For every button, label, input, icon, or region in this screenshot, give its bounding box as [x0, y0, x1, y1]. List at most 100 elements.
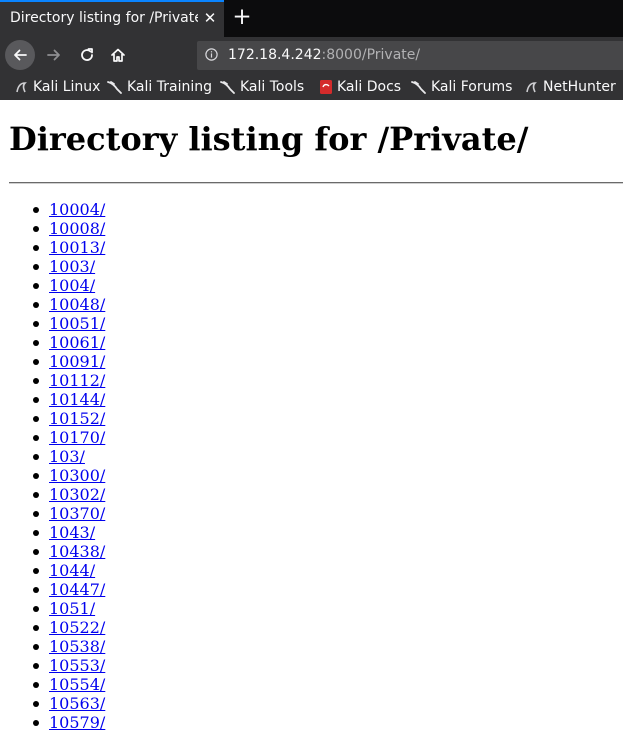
bookmark-label: Kali Forums: [431, 79, 513, 95]
bullet: [33, 587, 39, 593]
directory-link[interactable]: 1003/: [49, 257, 95, 276]
bookmark-label: Kali Docs: [337, 79, 402, 95]
list-item: 10553/: [0, 656, 105, 675]
directory-link[interactable]: 10008/: [49, 219, 105, 238]
bullet: [33, 606, 39, 612]
bullet: [33, 302, 39, 308]
bookmarks-toolbar: Kali Linux Kali Training Kali Tools Kali…: [0, 74, 623, 100]
kali-dragon-icon: [411, 81, 426, 94]
bullet: [33, 283, 39, 289]
directory-link[interactable]: 10302/: [49, 485, 105, 504]
directory-link[interactable]: 1043/: [49, 523, 95, 542]
new-tab-button[interactable]: +: [230, 4, 254, 30]
directory-link[interactable]: 10553/: [49, 656, 105, 675]
directory-link[interactable]: 10563/: [49, 694, 105, 713]
bullet: [33, 644, 39, 650]
directory-link[interactable]: 10579/: [49, 713, 105, 732]
directory-link[interactable]: 10538/: [49, 637, 105, 656]
list-item: 10447/: [0, 580, 105, 599]
list-item: 10013/: [0, 238, 105, 257]
list-item: 10538/: [0, 637, 105, 656]
bookmark-kali-forums[interactable]: Kali Forums: [411, 78, 512, 96]
list-item: 10152/: [0, 409, 105, 428]
directory-list: 10004/10008/10013/1003/1004/10048/10051/…: [0, 200, 105, 732]
directory-link[interactable]: 10144/: [49, 390, 105, 409]
arrow-left-icon: [14, 49, 27, 61]
directory-link[interactable]: 1004/: [49, 276, 95, 295]
directory-link[interactable]: 1044/: [49, 561, 95, 580]
directory-link[interactable]: 10051/: [49, 314, 105, 333]
reload-button[interactable]: [72, 40, 102, 70]
directory-link[interactable]: 10370/: [49, 504, 105, 523]
address-bar[interactable]: 172.18.4.242:8000/Private/: [197, 41, 623, 70]
back-button[interactable]: [5, 40, 35, 70]
directory-link[interactable]: 10091/: [49, 352, 105, 371]
directory-link[interactable]: 10152/: [49, 409, 105, 428]
list-item: 10554/: [0, 675, 105, 694]
page-content: Directory listing for /Private/ 10004/10…: [0, 100, 623, 735]
directory-link[interactable]: 10048/: [49, 295, 105, 314]
list-item: 10112/: [0, 371, 105, 390]
divider: [9, 182, 623, 184]
url-path: :8000/Private/: [321, 47, 421, 63]
directory-link[interactable]: 10061/: [49, 333, 105, 352]
directory-link[interactable]: 10112/: [49, 371, 105, 390]
list-item: 103/: [0, 447, 105, 466]
bullet: [33, 340, 39, 346]
bullet: [33, 359, 39, 365]
bullet: [33, 663, 39, 669]
page-title: Directory listing for /Private/: [9, 120, 529, 158]
directory-link[interactable]: 10004/: [49, 200, 105, 219]
bullet: [33, 492, 39, 498]
bookmark-kali-tools[interactable]: Kali Tools: [220, 78, 304, 96]
list-item: 10579/: [0, 713, 105, 732]
bullet: [33, 207, 39, 213]
kali-dragon-icon: [107, 81, 122, 94]
list-item: 10004/: [0, 200, 105, 219]
bookmark-nethunter[interactable]: NetHunter: [525, 78, 616, 96]
bookmark-kali-docs[interactable]: Kali Docs: [319, 78, 401, 96]
directory-link[interactable]: 10170/: [49, 428, 105, 447]
bookmark-kali-linux[interactable]: Kali Linux: [15, 78, 100, 96]
directory-link[interactable]: 1051/: [49, 599, 95, 618]
bookmark-kali-training[interactable]: Kali Training: [107, 78, 212, 96]
list-item: 10300/: [0, 466, 105, 485]
list-item: 10144/: [0, 390, 105, 409]
list-item: 10563/: [0, 694, 105, 713]
info-icon[interactable]: [205, 48, 218, 61]
list-item: 10061/: [0, 333, 105, 352]
kali-docs-icon: [320, 80, 332, 94]
directory-link[interactable]: 10447/: [49, 580, 105, 599]
directory-link[interactable]: 10554/: [49, 675, 105, 694]
bullet: [33, 416, 39, 422]
bullet: [33, 530, 39, 536]
directory-link[interactable]: 10013/: [49, 238, 105, 257]
tab-directory-listing[interactable]: Directory listing for /Private/ ✕: [0, 0, 224, 37]
directory-link[interactable]: 10300/: [49, 466, 105, 485]
close-icon[interactable]: ✕: [201, 9, 219, 27]
bullet: [33, 226, 39, 232]
tab-strip: Directory listing for /Private/ ✕ +: [0, 0, 623, 37]
forward-button[interactable]: [39, 40, 69, 70]
list-item: 10091/: [0, 352, 105, 371]
kali-logo-icon: [526, 82, 537, 93]
directory-link[interactable]: 103/: [49, 447, 85, 466]
bullet: [33, 245, 39, 251]
bullet: [33, 435, 39, 441]
bullet: [33, 321, 39, 327]
bullet: [33, 682, 39, 688]
bullet: [33, 454, 39, 460]
directory-link[interactable]: 10438/: [49, 542, 105, 561]
list-item: 1051/: [0, 599, 105, 618]
url-text[interactable]: 172.18.4.242:8000/Private/: [228, 47, 420, 63]
kali-dragon-icon: [220, 81, 235, 94]
list-item: 10370/: [0, 504, 105, 523]
list-item: 10522/: [0, 618, 105, 637]
bookmark-label: Kali Tools: [240, 79, 305, 95]
directory-link[interactable]: 10522/: [49, 618, 105, 637]
bullet: [33, 625, 39, 631]
arrow-right-icon: [47, 49, 60, 61]
home-button[interactable]: [103, 40, 133, 70]
list-item: 1043/: [0, 523, 105, 542]
bullet: [33, 397, 39, 403]
